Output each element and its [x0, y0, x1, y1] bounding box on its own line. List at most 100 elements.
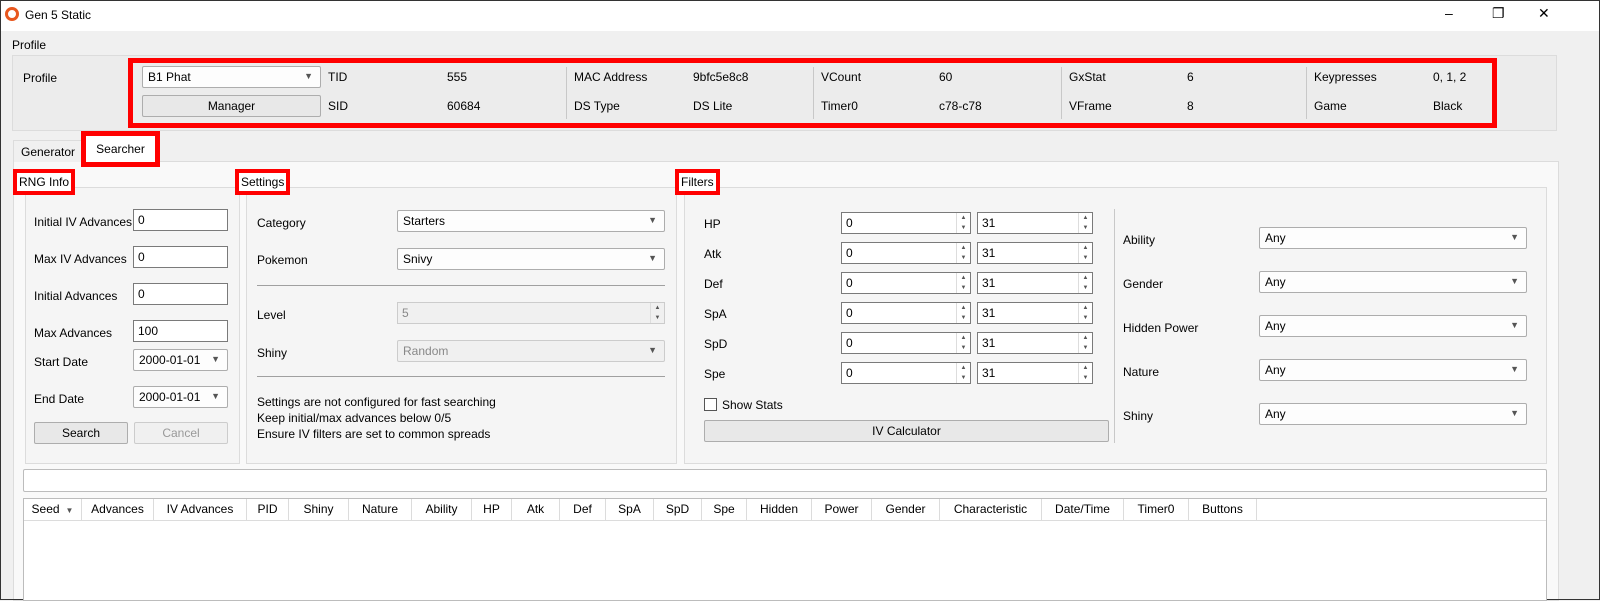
iv-min-spinbox[interactable]: 0 ▲ ▼: [841, 212, 971, 234]
profile-field-value: 60684: [447, 99, 481, 113]
column-header[interactable]: Buttons: [1189, 499, 1257, 520]
column-header-label: Seed: [31, 502, 60, 516]
shiny-select[interactable]: Random ▼: [397, 340, 665, 362]
filter-value: Any: [1265, 319, 1286, 333]
filter-value: Any: [1265, 407, 1286, 421]
column-header-label: Power: [824, 502, 859, 516]
profile-select[interactable]: B1 Phat ▼: [142, 66, 321, 88]
spin-arrows-icon: ▲ ▼: [956, 273, 970, 293]
column-header[interactable]: Nature: [349, 499, 412, 520]
chevron-down-icon: ▼: [1510, 408, 1519, 418]
minimize-button[interactable]: –: [1445, 5, 1453, 21]
column-header[interactable]: IV Advances: [154, 499, 247, 520]
start-date-value: 2000-01-01: [139, 353, 201, 367]
iv-max-spinbox[interactable]: 31 ▲ ▼: [977, 212, 1093, 234]
pokemon-select[interactable]: Snivy ▼: [397, 248, 665, 270]
iv-label: SpA: [704, 307, 727, 321]
column-header[interactable]: Characteristic: [940, 499, 1042, 520]
column-header[interactable]: Ability: [412, 499, 472, 520]
results-table[interactable]: Seed ▼ Advances IV Advances PID Shiny Nature Ab…: [23, 498, 1547, 601]
tab-generator[interactable]: Generator: [13, 140, 83, 162]
iv-max-spinbox[interactable]: 31 ▲ ▼: [977, 242, 1093, 264]
iv-label: Spe: [704, 367, 726, 381]
column-header[interactable]: Atk: [512, 499, 560, 520]
filter-value: Any: [1265, 231, 1286, 245]
rng-field-input[interactable]: 100: [133, 320, 228, 342]
cancel-button[interactable]: Cancel: [134, 422, 228, 444]
profile-label: Profile: [23, 71, 58, 85]
column-header[interactable]: Date/Time: [1042, 499, 1124, 520]
iv-calculator-button[interactable]: IV Calculator: [704, 420, 1109, 442]
rng-field-input[interactable]: 0: [133, 246, 228, 268]
iv-max-spinbox[interactable]: 31 ▲ ▼: [977, 302, 1093, 324]
column-header[interactable]: Shiny: [289, 499, 349, 520]
filter-select[interactable]: Any ▼: [1259, 271, 1527, 293]
settings-note: Settings are not configured for fast sea…: [257, 395, 496, 409]
rng-field-input[interactable]: 0: [133, 209, 228, 231]
end-date-input[interactable]: 2000-01-01 ▼: [133, 386, 228, 408]
iv-min-spinbox[interactable]: 0 ▲ ▼: [841, 362, 971, 384]
spin-arrows-icon: ▲ ▼: [1078, 333, 1092, 353]
category-label: Category: [257, 216, 306, 230]
restore-button[interactable]: ❐: [1492, 5, 1505, 22]
column-header[interactable]: HP: [472, 499, 512, 520]
column-header[interactable]: PID: [247, 499, 289, 520]
iv-max-spinbox[interactable]: 31 ▲ ▼: [977, 272, 1093, 294]
column-header[interactable]: Seed ▼: [24, 499, 82, 520]
column-header[interactable]: Spe: [702, 499, 747, 520]
end-date-label: End Date: [34, 392, 85, 406]
column-header[interactable]: Def: [560, 499, 606, 520]
iv-max-spinbox[interactable]: 31 ▲ ▼: [977, 362, 1093, 384]
divider: [1306, 67, 1307, 119]
column-header[interactable]: Hidden: [747, 499, 812, 520]
category-value: Starters: [403, 214, 446, 228]
search-button[interactable]: Search: [34, 422, 128, 444]
title-bar: Gen 5 Static – ❐ ✕: [1, 1, 1599, 31]
column-header-label: Characteristic: [953, 502, 1028, 516]
column-header-label: Gender: [885, 502, 926, 516]
column-header-label: Def: [573, 502, 592, 516]
start-date-input[interactable]: 2000-01-01 ▼: [133, 349, 228, 371]
iv-min-spinbox[interactable]: 0 ▲ ▼: [841, 302, 971, 324]
profile-field-value: 9bfc5e8c8: [693, 70, 749, 84]
column-header[interactable]: SpD: [654, 499, 702, 520]
iv-max-value: 31: [982, 216, 996, 230]
tab-label: Generator: [20, 145, 76, 159]
show-stats-checkbox[interactable]: [704, 398, 717, 411]
rng-field-label: Max Advances: [34, 326, 113, 340]
column-header-label: Atk: [526, 502, 545, 516]
divider: [257, 376, 665, 377]
app-logo-icon: [5, 7, 19, 21]
filter-select[interactable]: Any ▼: [1259, 359, 1527, 381]
column-header[interactable]: Timer0: [1124, 499, 1189, 520]
profile-field-value: 6: [1187, 70, 1194, 84]
iv-min-spinbox[interactable]: 0 ▲ ▼: [841, 332, 971, 354]
profile-field-value: 8: [1187, 99, 1194, 113]
profile-select-value: B1 Phat: [148, 70, 191, 84]
table-header: Seed ▼ Advances IV Advances PID Shiny Nature Ab…: [24, 499, 1546, 521]
iv-max-value: 31: [982, 366, 996, 380]
profile-field-label: Keypresses: [1314, 70, 1377, 84]
close-button[interactable]: ✕: [1538, 5, 1550, 22]
column-header[interactable]: Advances: [82, 499, 154, 520]
rng-info-title: RNG Info: [13, 169, 76, 195]
manager-button[interactable]: Manager: [142, 95, 321, 117]
column-header[interactable]: SpA: [606, 499, 654, 520]
filter-select[interactable]: Any ▼: [1259, 403, 1527, 425]
column-header[interactable]: Power: [812, 499, 872, 520]
spin-arrows-icon: ▲ ▼: [956, 333, 970, 353]
column-header[interactable]: Gender: [872, 499, 940, 520]
progress-bar: [23, 469, 1547, 492]
filters-title: Filters: [675, 169, 720, 195]
column-header-label: PID: [257, 502, 278, 516]
iv-min-spinbox[interactable]: 0 ▲ ▼: [841, 242, 971, 264]
level-spinbox[interactable]: 5 ▲ ▼: [397, 302, 665, 324]
chevron-down-icon: ▼: [211, 391, 220, 401]
filter-select[interactable]: Any ▼: [1259, 315, 1527, 337]
rng-field-input[interactable]: 0: [133, 283, 228, 305]
tab-searcher[interactable]: Searcher: [81, 131, 160, 167]
iv-min-spinbox[interactable]: 0 ▲ ▼: [841, 272, 971, 294]
category-select[interactable]: Starters ▼: [397, 210, 665, 232]
filter-select[interactable]: Any ▼: [1259, 227, 1527, 249]
iv-max-spinbox[interactable]: 31 ▲ ▼: [977, 332, 1093, 354]
